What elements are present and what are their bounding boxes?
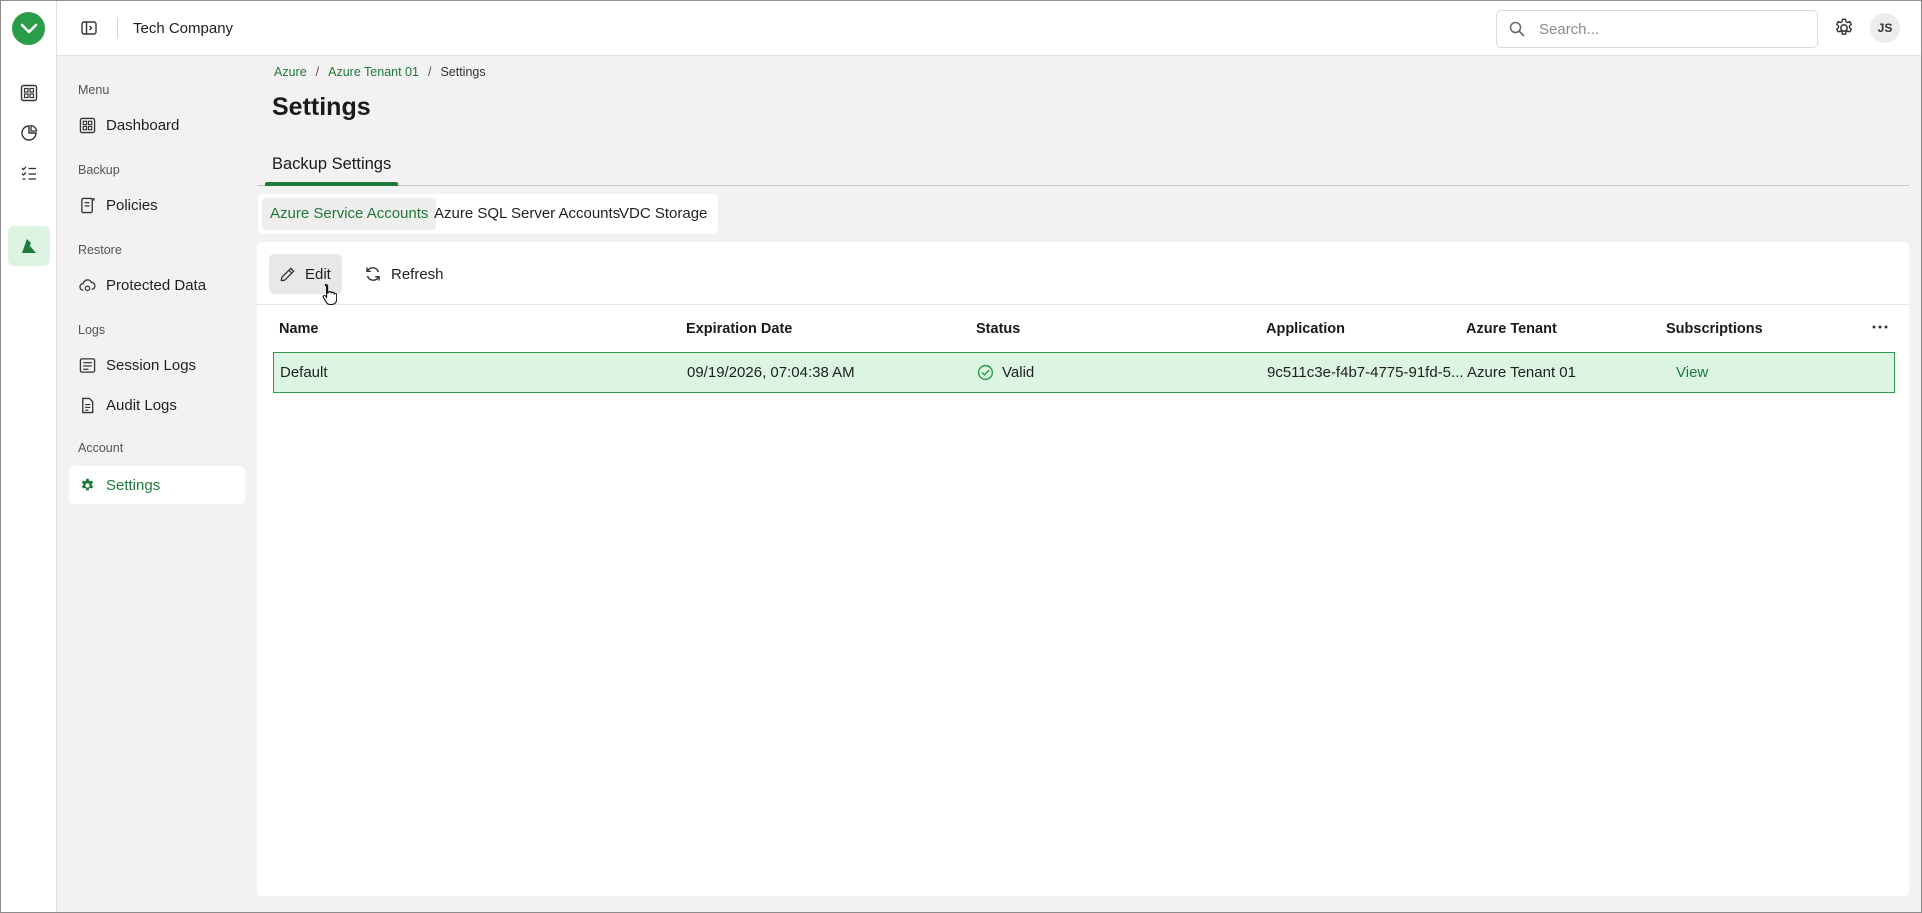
accounts-panel: Edit Refresh Name Expiration Date Status… xyxy=(257,242,1909,896)
nav-section-logs: Logs xyxy=(78,323,106,337)
sidebar-item-label: Dashboard xyxy=(106,117,180,134)
column-options-ellipsis-icon[interactable] xyxy=(1869,316,1891,338)
tab-label: Backup Settings xyxy=(272,155,392,173)
edit-button[interactable]: Edit xyxy=(269,254,342,294)
azure-icon[interactable] xyxy=(8,226,50,266)
table-header-row: Name Expiration Date Status Application … xyxy=(273,306,1895,352)
check-circle-icon xyxy=(977,364,994,381)
column-header-subscriptions[interactable]: Subscriptions xyxy=(1666,321,1763,337)
nav-section-account: Account xyxy=(78,441,124,455)
search-icon xyxy=(1509,21,1525,41)
cell-expiration-date: 09/19/2026, 07:04:38 AM xyxy=(687,364,855,381)
view-subscriptions-link[interactable]: View xyxy=(1676,364,1708,381)
settings-gear-icon[interactable] xyxy=(1833,17,1855,39)
policies-icon xyxy=(79,197,96,214)
column-header-status[interactable]: Status xyxy=(976,321,1020,337)
breadcrumb-current: Settings xyxy=(440,65,486,79)
search-input[interactable] xyxy=(1539,17,1799,41)
accounts-table: Name Expiration Date Status Application … xyxy=(273,306,1895,393)
top-bar: Tech Company JS xyxy=(57,0,1922,56)
sidebar-item-protected-data[interactable]: Protected Data xyxy=(69,266,245,304)
header-divider xyxy=(117,18,118,38)
nav-section-backup: Backup xyxy=(78,163,120,177)
main-tabs: Backup Settings xyxy=(257,150,1909,186)
sidebar-toggle-icon[interactable] xyxy=(77,16,101,40)
gear-icon xyxy=(79,477,96,494)
cell-name: Default xyxy=(280,364,328,381)
cell-status: Valid xyxy=(977,364,1034,381)
tab-backup-settings[interactable]: Backup Settings xyxy=(265,155,399,186)
user-avatar[interactable]: JS xyxy=(1870,13,1900,43)
sidebar-item-policies[interactable]: Policies xyxy=(69,186,245,224)
column-header-expiration-date[interactable]: Expiration Date xyxy=(686,321,792,337)
breadcrumb-separator: / xyxy=(315,65,320,79)
sidebar-item-label: Audit Logs xyxy=(106,397,177,414)
sidebar-item-audit-logs[interactable]: Audit Logs xyxy=(69,386,245,424)
icon-rail xyxy=(0,0,57,913)
toolbar: Edit Refresh xyxy=(257,242,1909,306)
sidebar-item-label: Protected Data xyxy=(106,277,207,294)
sidebar-item-settings[interactable]: Settings xyxy=(69,466,245,504)
search-box[interactable] xyxy=(1496,10,1818,48)
sidebar-item-dashboard[interactable]: Dashboard xyxy=(69,106,245,144)
pencil-icon xyxy=(279,266,296,283)
sidebar-item-session-logs[interactable]: Session Logs xyxy=(69,346,245,384)
sidebar-item-label: Policies xyxy=(106,197,158,214)
nav-section-menu: Menu xyxy=(78,83,110,97)
refresh-button[interactable]: Refresh xyxy=(356,254,446,294)
page-title: Settings xyxy=(272,93,371,121)
company-name: Tech Company xyxy=(133,20,234,37)
sub-tabs: Azure Service Accounts Azure SQL Server … xyxy=(258,194,718,234)
tab-azure-sql-server-accounts[interactable]: Azure SQL Server Accounts xyxy=(426,198,628,230)
refresh-icon xyxy=(364,265,382,283)
dashboard-icon[interactable] xyxy=(18,82,40,104)
dashboard-icon xyxy=(79,117,96,134)
tab-azure-service-accounts[interactable]: Azure Service Accounts xyxy=(262,198,437,230)
table-row[interactable]: Default 09/19/2026, 07:04:38 AM Valid 9c… xyxy=(273,352,1895,393)
tasks-icon[interactable] xyxy=(18,162,40,184)
tab-vdc-storage[interactable]: VDC Storage xyxy=(611,198,715,230)
nav-section-restore: Restore xyxy=(78,243,122,257)
sidebar-item-label: Settings xyxy=(106,477,161,494)
breadcrumb: Azure / Azure Tenant 01 / Settings xyxy=(274,65,486,79)
refresh-label: Refresh xyxy=(391,265,444,283)
session-logs-icon xyxy=(79,357,96,374)
active-tab-indicator xyxy=(265,182,399,186)
app-logo-icon[interactable] xyxy=(12,12,45,45)
column-header-name[interactable]: Name xyxy=(279,321,319,337)
cloud-restore-icon xyxy=(79,277,96,294)
sidebar-nav: Menu Dashboard Backup Policies Restore P… xyxy=(57,56,257,913)
column-header-application[interactable]: Application xyxy=(1266,321,1345,337)
status-label: Valid xyxy=(1002,364,1035,381)
cell-application: 9c511c3e-f4b7-4775-91fd-5... xyxy=(1267,364,1464,381)
edit-label: Edit xyxy=(305,265,331,283)
cell-azure-tenant: Azure Tenant 01 xyxy=(1467,364,1576,381)
breadcrumb-link-tenant[interactable]: Azure Tenant 01 xyxy=(328,65,419,79)
breadcrumb-separator: / xyxy=(427,65,432,79)
breadcrumb-link-azure[interactable]: Azure xyxy=(274,65,307,79)
audit-logs-icon xyxy=(79,397,96,414)
column-header-azure-tenant[interactable]: Azure Tenant xyxy=(1466,321,1557,337)
sidebar-item-label: Session Logs xyxy=(106,357,197,374)
reports-icon[interactable] xyxy=(18,122,40,144)
